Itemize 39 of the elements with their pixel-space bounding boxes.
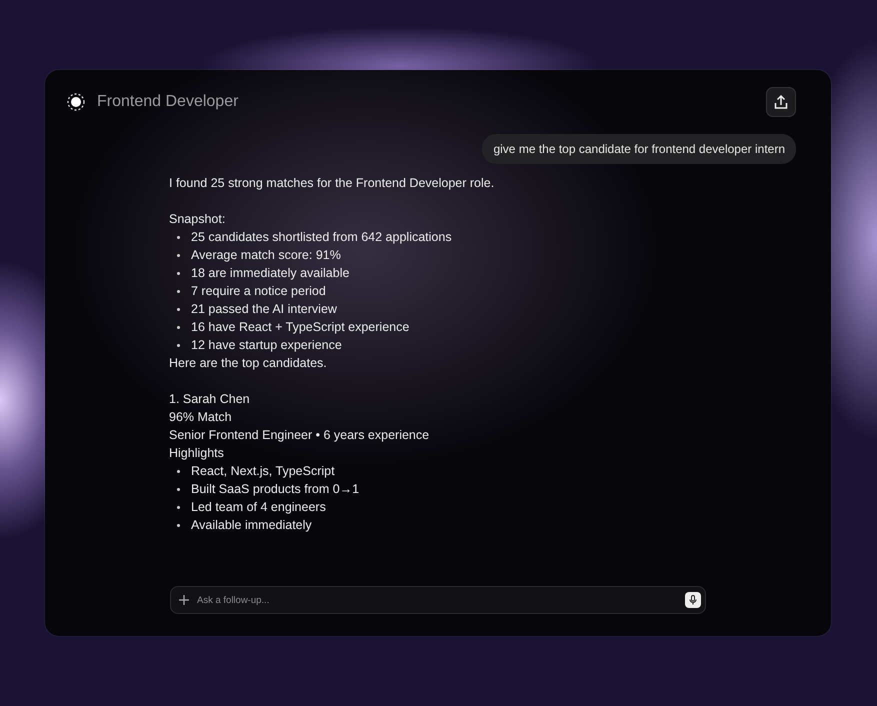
bullet-icon (177, 290, 180, 292)
list-item: 21 passed the AI interview (191, 301, 337, 318)
bullet-icon (177, 272, 180, 274)
bullet-icon (177, 326, 180, 328)
section-label: Snapshot: (169, 211, 226, 228)
bullet-icon (177, 344, 180, 346)
bullet-icon (177, 236, 180, 238)
list-item: Built SaaS products from 0→1 (191, 481, 360, 498)
list-item: 25 candidates shortlisted from 642 applications (191, 229, 452, 246)
microphone-icon (688, 595, 698, 605)
record-icon (67, 93, 85, 111)
list-item: 12 have startup experience (191, 337, 342, 354)
section-label: Highlights (169, 445, 224, 462)
list-item: React, Next.js, TypeScript (191, 463, 335, 480)
list-item: 18 are immediately available (191, 265, 350, 282)
candidate-name: 1. Sarah Chen (169, 391, 250, 408)
follow-up-bar[interactable]: Ask a follow-up... (170, 586, 706, 614)
plus-icon (179, 595, 189, 605)
share-button[interactable] (766, 87, 796, 117)
reply-text: I found 25 strong matches for the Frontend Developer role. (169, 175, 494, 192)
bullet-icon (177, 470, 180, 472)
share-icon (773, 94, 789, 110)
list-item: Available immediately (191, 517, 312, 534)
bullet-icon (177, 506, 180, 508)
microphone-button[interactable] (685, 592, 701, 608)
list-item: 7 require a notice period (191, 283, 326, 300)
list-item: 16 have React + TypeScript experience (191, 319, 410, 336)
follow-up-field[interactable]: Ask a follow-up... (195, 594, 679, 606)
user-message: give me the top candidate for frontend developer intern (482, 134, 796, 164)
bullet-icon (177, 524, 180, 526)
bullet-icon (177, 254, 180, 256)
bullet-icon (177, 488, 180, 490)
match-score: 96% Match (169, 409, 232, 426)
list-item: Led team of 4 engineers (191, 499, 326, 516)
chat-title: Frontend Developer (97, 93, 238, 111)
list-item: Average match score: 91% (191, 247, 341, 264)
candidate-role: Senior Frontend Engineer • 6 years experience (169, 427, 430, 444)
reply-text: Here are the top candidates. (169, 355, 327, 372)
bullet-icon (177, 308, 180, 310)
